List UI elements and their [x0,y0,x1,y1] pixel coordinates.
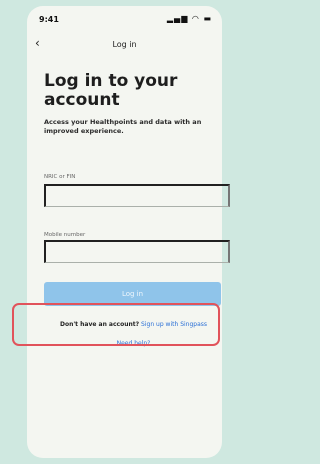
status-bar: 9:41 ▂▄▆ ◠ ▬ [27,12,222,26]
status-time: 9:41 [39,15,59,24]
mobile-number-input[interactable] [44,240,230,263]
nav-title: Log in [112,40,137,49]
mobile-field-label: Mobile number [44,232,86,238]
status-icons: ▂▄▆ ◠ ▬ [167,14,212,23]
highlight-box [12,303,220,346]
navigation-bar: ‹ Log in [27,32,222,54]
page-title: Log in to your account [44,71,178,110]
signal-icon: ▂▄▆ [166,14,189,23]
phone-screen: 9:41 ▂▄▆ ◠ ▬ ‹ Log in Log in to your acc… [27,6,230,458]
nric-input[interactable] [44,184,230,207]
battery-icon: ▬ [203,14,212,23]
nric-field-label: NRIC or FIN [44,174,76,180]
wifi-icon: ◠ [191,14,200,23]
page-subtitle: Access your Healthpoints and data with a… [44,118,202,135]
